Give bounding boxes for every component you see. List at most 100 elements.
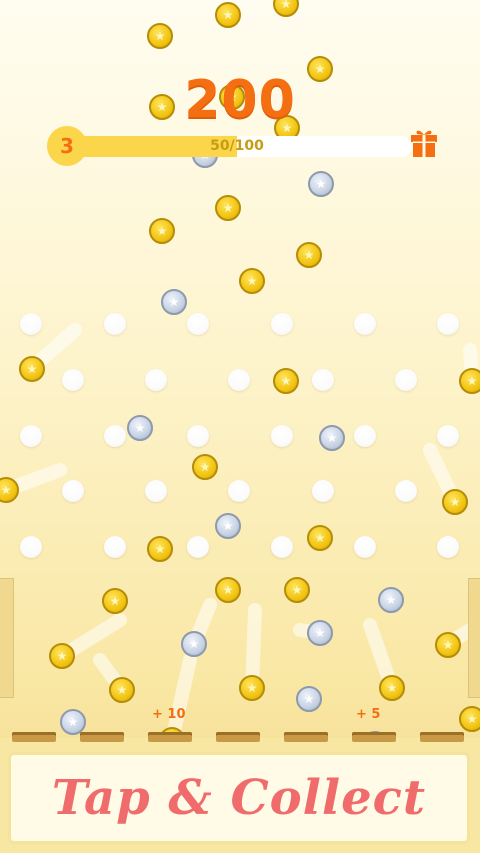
silver-coin: ★ [127,415,153,441]
gold-coin: ★ [215,195,241,221]
peg [354,313,376,335]
silver-coin: ★ [181,631,207,657]
slot-label-plus-5: + 5 [356,707,381,722]
star-icon: ★ [109,594,121,608]
star-icon: ★ [67,715,79,729]
gift-icon[interactable] [410,128,438,158]
star-icon: ★ [449,495,461,509]
peg [187,536,209,558]
star-icon: ★ [156,224,168,238]
peg [228,369,250,391]
star-icon: ★ [246,274,258,288]
peg [271,425,293,447]
gold-coin: ★ [296,242,322,268]
star-icon: ★ [222,201,234,215]
collection-slot [352,732,396,742]
gold-coin: ★ [435,632,461,658]
star-icon: ★ [222,583,234,597]
peg [271,536,293,558]
star-icon: ★ [222,8,234,22]
star-icon: ★ [303,248,315,262]
peg [187,425,209,447]
peg [187,313,209,335]
star-icon: ★ [291,583,303,597]
silver-coin: ★ [308,171,334,197]
level-progress-text: 50/100 [210,138,264,154]
star-icon: ★ [154,542,166,556]
peg [62,480,84,502]
peg [20,425,42,447]
gold-coin: ★ [459,706,480,732]
star-icon: ★ [134,421,146,435]
peg [312,480,334,502]
right-wall [468,578,480,698]
star-icon: ★ [314,531,326,545]
collection-slot [420,732,464,742]
peg [104,536,126,558]
silver-coin: ★ [307,620,333,646]
silver-coin: ★ [296,686,322,712]
collection-slot [284,732,328,742]
peg [437,313,459,335]
peg [104,425,126,447]
gold-coin: ★ [192,454,218,480]
peg [20,313,42,335]
peg [62,369,84,391]
star-icon: ★ [116,683,128,697]
gold-coin: ★ [215,2,241,28]
left-wall [0,578,14,698]
star-icon: ★ [199,460,211,474]
star-icon: ★ [246,681,258,695]
peg [20,536,42,558]
star-icon: ★ [386,681,398,695]
gold-coin: ★ [147,536,173,562]
star-icon: ★ [442,638,454,652]
star-icon: ★ [326,431,338,445]
gold-coin: ★ [239,675,265,701]
slot-label-plus-10: + 10 [152,707,186,722]
gold-coin: ★ [102,588,128,614]
star-icon: ★ [315,177,327,191]
peg [271,313,293,335]
gold-coin: ★ [273,368,299,394]
peg [395,480,417,502]
star-icon: ★ [188,637,200,651]
star-icon: ★ [314,626,326,640]
star-icon: ★ [466,712,478,726]
star-icon: ★ [385,593,397,607]
star-icon: ★ [280,374,292,388]
star-icon: ★ [168,295,180,309]
tap-collect-label: Tap & Collect [51,770,427,826]
gold-coin: ★ [49,643,75,669]
star-icon: ★ [56,649,68,663]
level-badge: 3 [47,126,87,166]
silver-coin: ★ [319,425,345,451]
collection-slot [148,732,192,742]
star-icon: ★ [154,29,166,43]
collection-slot [216,732,260,742]
peg [145,369,167,391]
tap-collect-button[interactable]: Tap & Collect [8,752,470,844]
star-icon: ★ [280,0,292,11]
collection-slot [80,732,124,742]
gold-coin: ★ [307,525,333,551]
gold-coin: ★ [442,489,468,515]
star-icon: ★ [466,374,478,388]
peg [312,369,334,391]
peg [437,536,459,558]
peg [354,425,376,447]
gold-coin: ★ [147,23,173,49]
peg [104,313,126,335]
silver-coin: ★ [161,289,187,315]
gold-coin: ★ [149,218,175,244]
peg [228,480,250,502]
gold-coin: ★ [284,577,310,603]
star-icon: ★ [0,483,12,497]
peg [145,480,167,502]
gold-coin: ★ [19,356,45,382]
gold-coin: ★ [239,268,265,294]
silver-coin: ★ [215,513,241,539]
star-icon: ★ [303,692,315,706]
silver-coin: ★ [378,587,404,613]
star-icon: ★ [26,362,38,376]
